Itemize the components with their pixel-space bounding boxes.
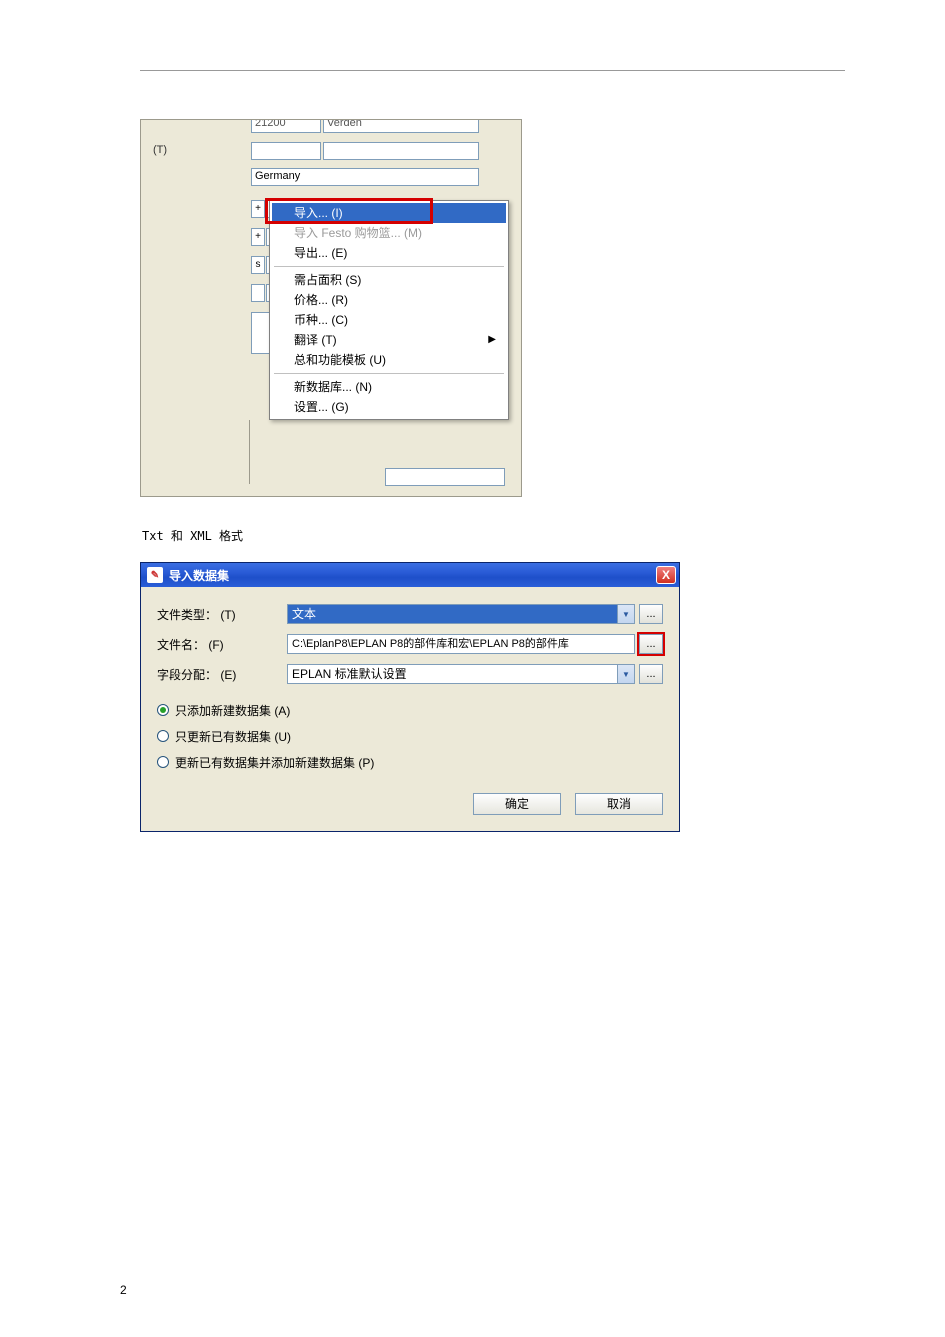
menu-translate-label: 翻译 (T) (294, 330, 337, 350)
menu-price-label: 价格... (R) (294, 290, 348, 310)
close-button[interactable]: X (656, 566, 676, 584)
input-file-name[interactable]: C:\EplanP8\EPLAN P8的部件库和宏\EPLAN P8的部件库 (287, 634, 635, 654)
menu-area-label: 需占面积 (S) (294, 270, 361, 290)
stub-prefix-2[interactable]: + (251, 228, 265, 246)
dropdown-arrow-icon[interactable] (617, 605, 634, 623)
cancel-button[interactable]: 取消 (575, 793, 663, 815)
menu-settings-label: 设置... (G) (294, 397, 349, 417)
menu-template-label: 总和功能模板 (U) (294, 350, 386, 370)
dialog-title: 导入数据集 (169, 567, 229, 584)
page-top-rule (140, 70, 845, 71)
context-menu-screenshot: 21200 Verden (T) Germany + + s (140, 119, 522, 497)
row-field-assignment: 字段分配： (E) EPLAN 标准默认设置 ... (157, 661, 663, 687)
menu-new-database[interactable]: 新数据库... (N) (272, 377, 506, 397)
menu-new-database-label: 新数据库... (N) (294, 377, 372, 397)
dropdown-arrow-icon-2[interactable] (617, 665, 634, 683)
menu-translate[interactable]: 翻译 (T) ▶ (272, 330, 506, 350)
field-bottom-stub[interactable] (385, 468, 505, 486)
label-field-assignment: 字段分配： (E) (157, 666, 287, 683)
radio-update-and-add-label: 更新已有数据集并添加新建数据集 (P) (175, 754, 374, 771)
caption-text: Txt 和 XML 格式 (142, 527, 845, 544)
menu-currency[interactable]: 币种... (C) (272, 310, 506, 330)
select-file-type[interactable]: 文本 (287, 604, 635, 624)
menu-settings[interactable]: 设置... (G) (272, 397, 506, 417)
menu-export[interactable]: 导出... (E) (272, 243, 506, 263)
menu-export-label: 导出... (E) (294, 243, 347, 263)
radio-update-and-add[interactable]: 更新已有数据集并添加新建数据集 (P) (157, 749, 663, 775)
menu-import[interactable]: 导入... (I) (272, 203, 506, 223)
field-phone-prefix[interactable] (251, 142, 321, 160)
radio-group: 只添加新建数据集 (A) 只更新已有数据集 (U) 更新已有数据集并添加新建数据… (157, 697, 663, 775)
browse-type-button[interactable]: ... (639, 604, 663, 624)
radio-icon (157, 756, 169, 768)
stub-prefix-3[interactable]: s (251, 256, 265, 274)
radio-icon (157, 730, 169, 742)
dialog-icon: ✎ (147, 567, 163, 583)
form-row-phone (251, 142, 479, 160)
select-file-type-value: 文本 (288, 605, 617, 623)
menu-template[interactable]: 总和功能模板 (U) (272, 350, 506, 370)
field-zip[interactable]: 21200 (251, 119, 321, 133)
radio-update-existing-label: 只更新已有数据集 (U) (175, 728, 291, 745)
ok-button[interactable]: 确定 (473, 793, 561, 815)
row-file-name: 文件名： (F) C:\EplanP8\EPLAN P8的部件库和宏\EPLAN… (157, 631, 663, 657)
menu-currency-label: 币种... (C) (294, 310, 348, 330)
radio-add-new-label: 只添加新建数据集 (A) (175, 702, 290, 719)
page-number: 2 (120, 1283, 127, 1297)
menu-separator-1 (274, 266, 504, 267)
submenu-arrow-icon: ▶ (488, 330, 496, 350)
menu-price[interactable]: 价格... (R) (272, 290, 506, 310)
dialog-titlebar: ✎ 导入数据集 X (141, 563, 679, 587)
field-city[interactable]: Verden (323, 119, 479, 133)
radio-icon-checked (157, 704, 169, 716)
radio-update-existing[interactable]: 只更新已有数据集 (U) (157, 723, 663, 749)
form-label-t: (T) (153, 144, 167, 156)
menu-import-label: 导入... (I) (294, 203, 343, 223)
select-field-assignment-value: EPLAN 标准默认设置 (288, 665, 617, 683)
field-phone[interactable] (323, 142, 479, 160)
browse-file-button[interactable]: ... (639, 634, 663, 654)
field-country[interactable]: Germany (251, 168, 479, 186)
menu-import-festo-label: 导入 Festo 购物篮... (M) (294, 223, 422, 243)
menu-area[interactable]: 需占面积 (S) (272, 270, 506, 290)
label-file-name: 文件名： (F) (157, 636, 287, 653)
dialog-body: 文件类型： (T) 文本 ... 文件名： (F) C:\EplanP8\EPL… (141, 587, 679, 831)
context-menu: 导入... (I) 导入 Festo 购物篮... (M) 导出... (E) … (269, 200, 509, 420)
form-divider (249, 420, 250, 484)
menu-import-festo: 导入 Festo 购物篮... (M) (272, 223, 506, 243)
import-dialog: ✎ 导入数据集 X 文件类型： (T) 文本 ... 文件名： (F) (140, 562, 680, 832)
stub-prefix-4[interactable] (251, 284, 265, 302)
menu-separator-2 (274, 373, 504, 374)
label-file-type: 文件类型： (T) (157, 606, 287, 623)
close-icon: X (662, 568, 670, 582)
select-field-assignment[interactable]: EPLAN 标准默认设置 (287, 664, 635, 684)
browse-field-button[interactable]: ... (639, 664, 663, 684)
row-file-type: 文件类型： (T) 文本 ... (157, 601, 663, 627)
stub-prefix-1[interactable]: + (251, 200, 265, 218)
form-row-top: 21200 Verden (251, 119, 479, 133)
form-row-country: Germany (251, 168, 479, 186)
radio-add-new[interactable]: 只添加新建数据集 (A) (157, 697, 663, 723)
dialog-button-row: 确定 取消 (157, 793, 663, 815)
